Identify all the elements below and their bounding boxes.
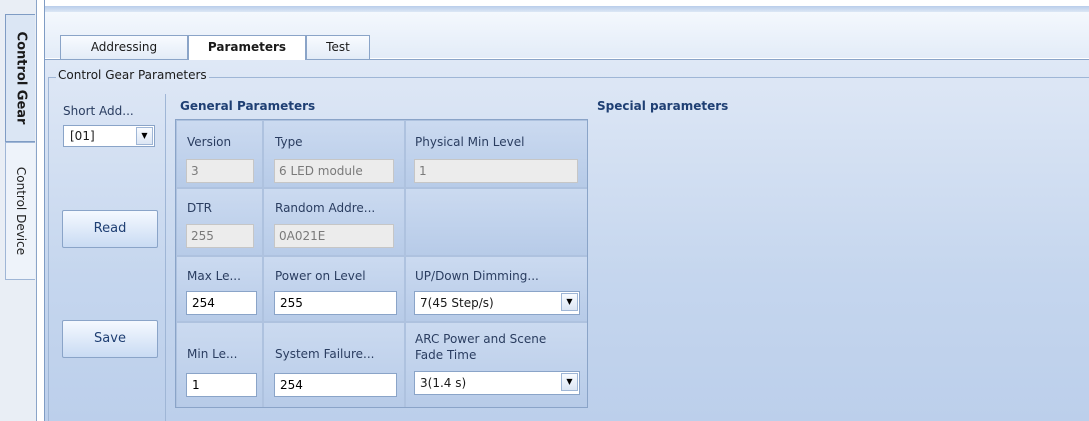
general-parameters-grid: Version 3 Type 6 LED module Physical Min…	[175, 119, 588, 408]
group-border-left	[48, 77, 49, 421]
fade-time-cell: ARC Power and Scene Fade Time 3(1.4 s) ▼	[406, 323, 587, 407]
fade-time-label: ARC Power and Scene Fade Time	[415, 332, 547, 362]
physical-min-field: 1	[414, 159, 578, 183]
tab-addressing[interactable]: Addressing	[60, 35, 188, 60]
physical-min-cell: Physical Min Level 1	[406, 121, 587, 187]
type-cell: Type 6 LED module	[264, 121, 404, 187]
updown-dimming-cell: UP/Down Dimming... 7(45 Step/s) ▼	[406, 257, 587, 321]
empty-cell	[406, 189, 587, 255]
random-address-cell: Random Addre... 0A021E	[264, 189, 404, 255]
save-button[interactable]: Save	[62, 320, 158, 358]
tab-test[interactable]: Test	[306, 35, 370, 60]
power-on-input[interactable]: 255	[274, 291, 397, 315]
type-label: Type	[275, 135, 303, 149]
side-tab-control-gear[interactable]: Control Gear	[5, 14, 35, 142]
dtr-cell: DTR 255	[177, 189, 262, 255]
special-parameters-title: Special parameters	[597, 99, 729, 113]
short-address-value: [01]	[70, 129, 95, 143]
side-tab-control-device-label: Control Device	[13, 166, 28, 256]
min-level-label: Min Le...	[187, 347, 238, 361]
power-on-cell: Power on Level 255	[264, 257, 404, 321]
system-failure-cell: System Failure... 254	[264, 323, 404, 407]
short-address-select[interactable]: [01] ▼	[63, 125, 155, 147]
chevron-down-icon[interactable]: ▼	[561, 293, 578, 311]
updown-dimming-value: 7(45 Step/s)	[420, 296, 494, 310]
physical-min-label: Physical Min Level	[415, 135, 525, 149]
power-on-label: Power on Level	[275, 269, 366, 283]
system-failure-input[interactable]: 254	[274, 373, 397, 397]
chevron-down-icon[interactable]: ▼	[136, 127, 153, 145]
dtr-field: 255	[186, 224, 254, 248]
version-label: Version	[187, 135, 232, 149]
group-title: Control Gear Parameters	[56, 68, 209, 82]
fade-time-select[interactable]: 3(1.4 s) ▼	[414, 371, 580, 395]
updown-dimming-select[interactable]: 7(45 Step/s) ▼	[414, 291, 580, 315]
system-failure-label: System Failure...	[275, 347, 375, 361]
min-level-input[interactable]: 1	[186, 373, 257, 397]
max-level-cell: Max Le... 254	[177, 257, 262, 321]
dtr-label: DTR	[187, 201, 212, 215]
side-tab-control-device[interactable]: Control Device	[5, 142, 35, 280]
chevron-down-icon[interactable]: ▼	[561, 373, 578, 391]
min-level-cell: Min Le... 1	[177, 323, 262, 407]
fade-time-value: 3(1.4 s)	[420, 376, 467, 390]
random-address-label: Random Addre...	[275, 201, 376, 215]
general-parameters-title: General Parameters	[180, 99, 316, 113]
side-tab-control-gear-label: Control Gear	[13, 31, 28, 125]
type-field: 6 LED module	[274, 159, 394, 183]
random-address-field: 0A021E	[274, 224, 394, 248]
version-field: 3	[186, 159, 254, 183]
tab-parameters[interactable]: Parameters	[188, 35, 306, 60]
max-level-label: Max Le...	[187, 269, 241, 283]
short-address-label: Short Add...	[63, 104, 134, 118]
read-button[interactable]: Read	[62, 210, 158, 248]
version-cell: Version 3	[177, 121, 262, 187]
max-level-input[interactable]: 254	[186, 291, 257, 315]
updown-dimming-label: UP/Down Dimming...	[415, 269, 539, 283]
